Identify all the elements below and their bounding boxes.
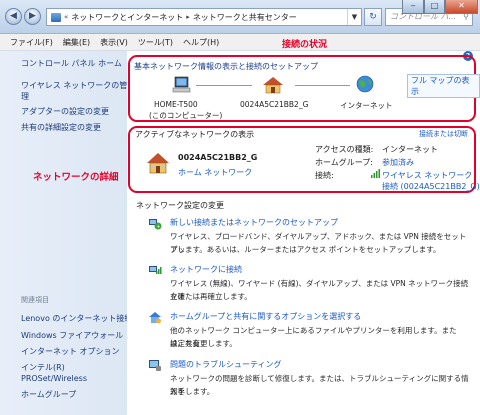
menu-bar: ファイル(F) 編集(E) 表示(V) ツール(T) ヘルプ(H) <box>0 34 480 51</box>
node-router-label: 0024A5C21BB2_G <box>240 100 309 109</box>
node-internet-label: インターネット <box>340 101 393 110</box>
active-network-name: 0024A5C21BB2_G <box>178 153 258 162</box>
menu-edit[interactable]: 編集(E) <box>63 37 90 48</box>
homegroup-value-link[interactable]: 参加済み <box>382 157 414 168</box>
homegroup-label: ホームグループ: <box>315 158 373 167</box>
map-link-line-1 <box>196 85 252 86</box>
annotation-connection-status: 接続の状況 <box>282 40 328 50</box>
maximize-button[interactable]: □ <box>424 0 445 14</box>
connection-value-link-cont[interactable]: 接続 (0024A5C21BB2_G) <box>382 181 480 192</box>
task-connect-desc-2: 立または再確立します。 <box>170 292 252 301</box>
task-troubleshoot-desc-2: 入手します。 <box>170 387 215 396</box>
task-new-connection-desc-2: プします。あるいは、ルーターまたはアクセス ポイントをセットアップします。 <box>170 245 441 254</box>
address-bar[interactable]: « ネットワークとインターネット ▸ ネットワークと共有センター ▼ <box>46 8 362 26</box>
menu-tools[interactable]: ツール(T) <box>138 37 173 48</box>
new-connection-icon: + <box>149 219 162 230</box>
forward-button[interactable]: ▶ <box>24 8 41 25</box>
close-button[interactable]: ✕ <box>445 0 478 14</box>
breadcrumb-sharing-center[interactable]: ネットワークと共有センター <box>193 12 297 23</box>
computer-icon <box>172 76 191 93</box>
task-troubleshoot-link[interactable]: 問題のトラブルシューティング <box>170 359 282 370</box>
related-firewall[interactable]: Windows ファイアウォール <box>21 330 123 341</box>
map-title: 基本ネットワーク情報の表示と接続のセットアップ <box>134 62 318 71</box>
sidebar-item-home[interactable]: コントロール パネル ホーム <box>21 58 122 69</box>
related-internet-options[interactable]: インターネット オプション <box>21 346 120 357</box>
related-proset[interactable]: PROSet/Wireless <box>21 373 87 384</box>
full-map-link[interactable]: フル マップの表示 <box>407 74 480 98</box>
back-button[interactable]: ◀ <box>5 8 22 25</box>
address-dropdown-icon[interactable]: ▼ <box>347 9 361 25</box>
connect-disconnect-link[interactable]: 接続または切断 <box>419 129 468 139</box>
access-type-value: インターネット <box>382 145 438 154</box>
active-title: アクティブなネットワークの表示 <box>135 130 255 139</box>
settings-title: ネットワーク設定の変更 <box>136 201 224 210</box>
sidebar-item-sharing[interactable]: 共有の詳細設定の変更 <box>21 122 101 133</box>
task-connect-link[interactable]: ネットワークに接続 <box>170 264 242 275</box>
related-intel[interactable]: インテル(R) <box>21 362 65 373</box>
control-panel-icon <box>51 12 61 22</box>
homegroup-icon <box>149 312 161 324</box>
forward-arrow-icon: ▶ <box>29 11 36 21</box>
network-type-link[interactable]: ホーム ネットワーク <box>178 167 252 178</box>
globe-icon <box>356 75 374 93</box>
connect-network-icon <box>149 266 162 274</box>
menu-help[interactable]: ヘルプ(H) <box>183 37 219 48</box>
minimize-button[interactable]: ‒ <box>402 0 424 14</box>
task-homegroup-desc-2: 設定を変更します。 <box>170 339 237 348</box>
annotation-network-details: ネットワークの詳細 <box>33 172 119 183</box>
svg-text:+: + <box>156 224 160 230</box>
task-new-connection-link[interactable]: 新しい接続またはネットワークのセットアップ <box>170 217 338 228</box>
sidebar-item-wireless-manage-cont[interactable]: 理 <box>21 91 29 102</box>
sidebar-item-adapter[interactable]: アダプターの設定の変更 <box>21 106 109 117</box>
house-icon <box>263 77 283 94</box>
access-type-label: アクセスの種類: <box>315 145 374 154</box>
refresh-icon: ↻ <box>369 12 377 22</box>
related-homegroup[interactable]: ホームグループ <box>21 389 76 400</box>
breadcrumb-network-internet[interactable]: ネットワークとインターネット <box>71 12 183 23</box>
back-arrow-icon: ◀ <box>10 11 17 21</box>
menu-view[interactable]: 表示(V) <box>100 37 128 48</box>
connection-value-link[interactable]: ワイヤレス ネットワーク <box>382 170 472 181</box>
title-bar: ◀ ▶ « ネットワークとインターネット ▸ ネットワークと共有センター ▼ ↻… <box>0 0 480 34</box>
node-computer-label: HOME-T500 <box>154 100 198 109</box>
map-link-line-2 <box>295 85 350 86</box>
breadcrumb-separator-icon[interactable]: ▸ <box>186 13 190 21</box>
related-title: 関連項目 <box>21 296 49 304</box>
refresh-button[interactable]: ↻ <box>364 8 382 26</box>
address-root-glyph: « <box>64 13 69 21</box>
wireless-signal-icon <box>371 169 380 178</box>
sidebar-item-wireless-manage[interactable]: ワイヤレス ネットワークの管 <box>21 80 127 91</box>
related-lenovo[interactable]: Lenovo のインターネット接続 <box>21 313 132 324</box>
connection-label: 接続: <box>315 171 334 180</box>
troubleshoot-icon <box>149 360 161 371</box>
task-homegroup-link[interactable]: ホームグループと共有に関するオプションを選択する <box>170 311 361 322</box>
node-computer-sublabel: (このコンピューター) <box>149 111 223 120</box>
menu-file[interactable]: ファイル(F) <box>10 37 53 48</box>
home-network-icon[interactable] <box>146 151 170 175</box>
